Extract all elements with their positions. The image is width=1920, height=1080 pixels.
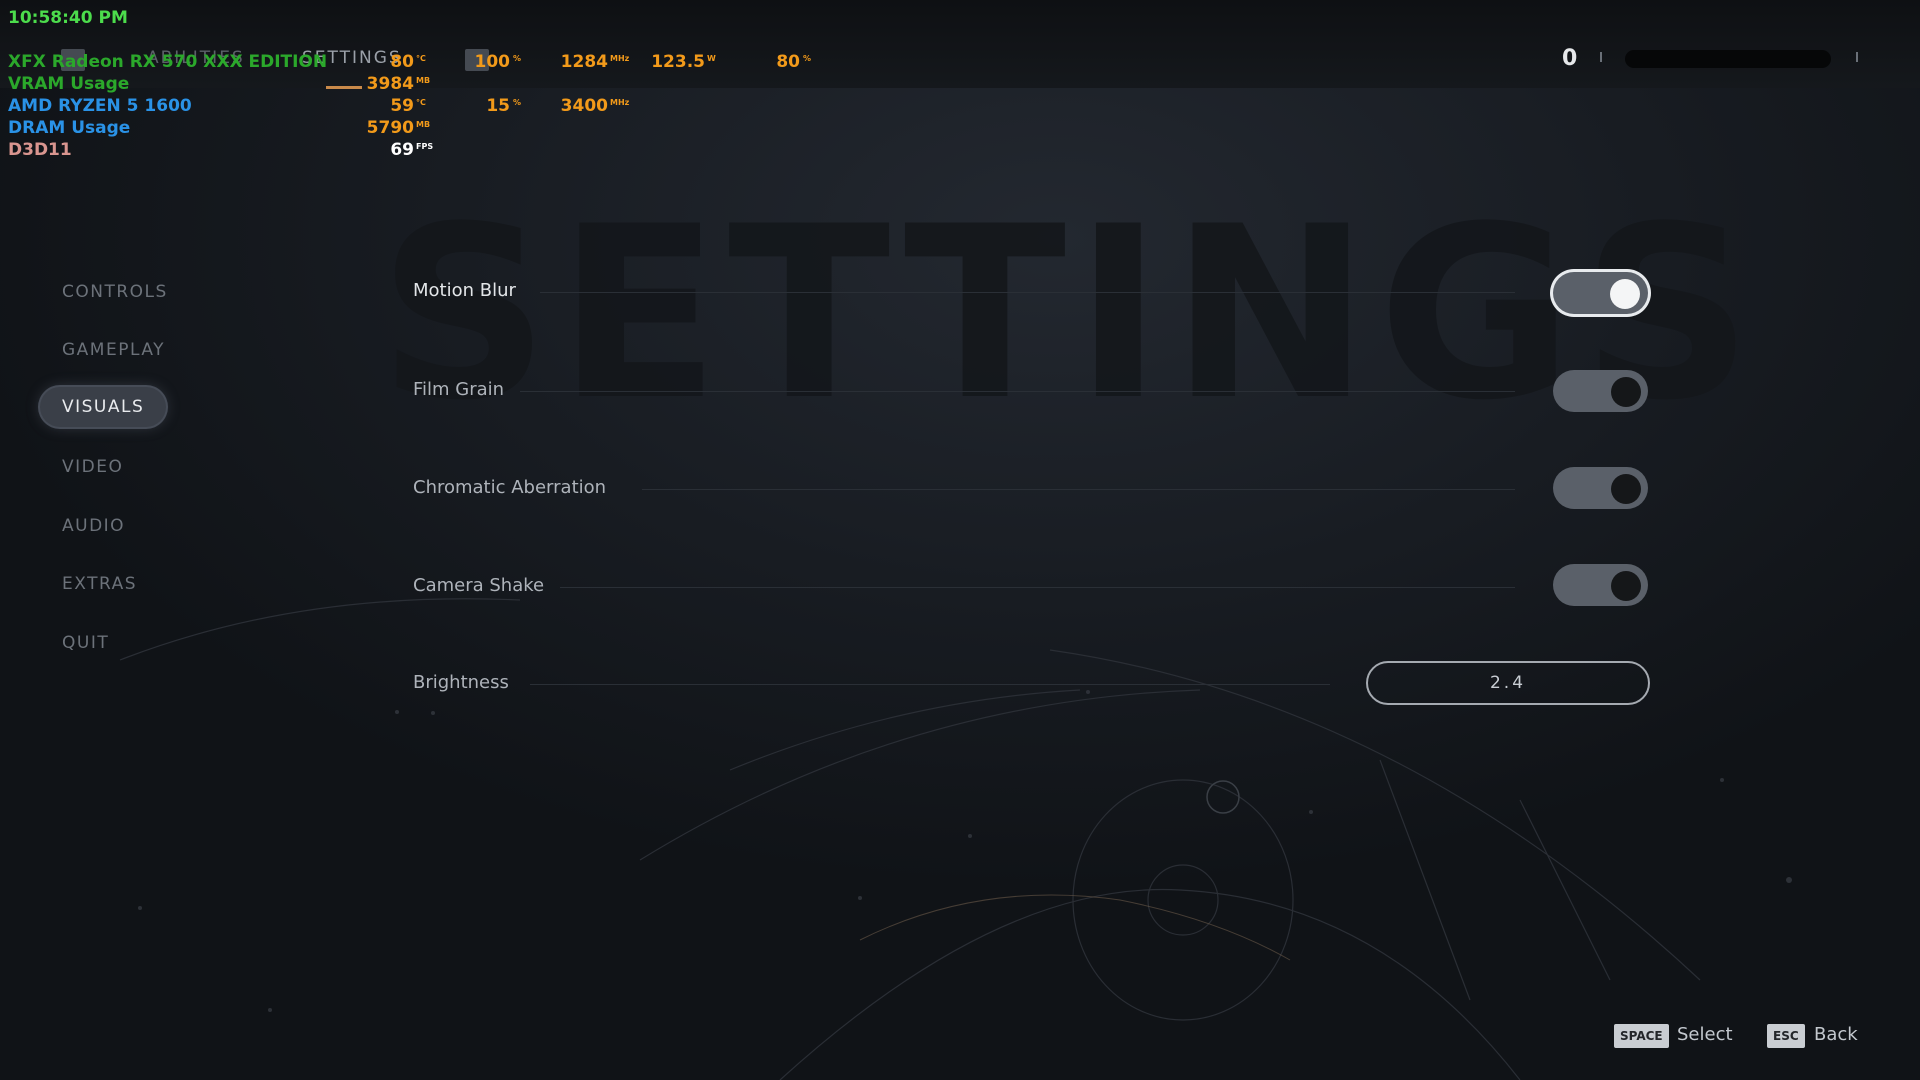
toggle-knob [1611,377,1641,407]
xp-bar-left-tick [1600,52,1602,62]
background-etching [119,598,1792,1080]
row-divider [530,684,1330,685]
overlay-cpu-temp: 59 [390,96,414,116]
overlay-vram-value: 3984 [366,74,414,94]
top-bar: ABILITIES SETTINGS 0 [0,0,1920,88]
motion-blur-toggle[interactable] [1553,272,1648,314]
overlay-gpu-power: 123.5 [651,52,705,72]
chromatic-aberration-toggle[interactable] [1553,467,1648,509]
camera-shake-toggle[interactable] [1553,564,1648,606]
overlay-gpu-temp-unit: °C [416,54,426,63]
overlay-gpu-clock: 1284 [560,52,608,72]
brightness-value-selector[interactable]: 2.4 [1366,661,1650,705]
overlay-gpu-power-unit: W [707,54,716,63]
overlay-cpu-clock: 3400 [560,96,608,116]
overlay-api-label: D3D11 [8,140,72,160]
overlay-dram-label: DRAM Usage [8,118,131,138]
menu-item-controls[interactable]: CONTROLS [62,282,168,302]
film-grain-toggle[interactable] [1553,370,1648,412]
overlay-vram-label: VRAM Usage [8,74,130,94]
setting-label-motion-blur: Motion Blur [413,280,516,301]
currency-counter: 0 [1562,46,1578,71]
overlay-cpu-usage-unit: % [513,98,522,107]
toggle-knob [1610,279,1640,309]
overlay-clock: 10:58:40 PM [8,8,128,28]
xp-progress-bar [1625,50,1831,68]
overlay-cpu-temp-unit: °C [416,98,426,107]
overlay-gpu-usage-unit: % [513,54,522,63]
row-divider [520,391,1515,392]
row-divider [642,489,1515,490]
overlay-fps-unit: FPS [416,142,434,151]
brightness-value: 2.4 [1489,673,1527,693]
row-divider [560,587,1515,588]
overlay-dram-unit: MB [416,120,431,129]
overlay-gpu-temp: 80 [390,52,414,72]
game-screen: SETTINGS ABILITIES SETTINGS 0 10:58:40 P… [0,0,1920,1080]
menu-item-gameplay[interactable]: GAMEPLAY [62,340,165,360]
esc-key-icon: ESC [1767,1024,1805,1048]
overlay-cpu-usage: 15 [486,96,510,116]
overlay-cpu-label: AMD RYZEN 5 1600 [8,96,192,116]
xp-bar-right-tick [1856,52,1858,62]
select-prompt[interactable]: Select [1677,1024,1733,1045]
overlay-gpu-clock-unit: MHz [610,54,630,63]
menu-item-extras[interactable]: EXTRAS [62,574,137,594]
space-key-icon: SPACE [1614,1024,1669,1048]
toggle-knob [1611,571,1641,601]
setting-label-film-grain: Film Grain [413,379,505,400]
setting-label-brightness: Brightness [413,672,509,693]
overlay-dram-value: 5790 [366,118,414,138]
overlay-gpu-label: XFX Radeon RX 570 XXX EDITION [8,52,328,72]
toggle-knob [1611,474,1641,504]
menu-item-quit[interactable]: QUIT [62,633,109,653]
menu-item-video[interactable]: VIDEO [62,457,123,477]
overlay-vram-unit: MB [416,76,431,85]
overlay-gpu-fan-unit: % [803,54,812,63]
menu-item-visuals[interactable]: VISUALS [40,387,167,427]
overlay-cpu-clock-unit: MHz [610,98,630,107]
overlay-gpu-fan: 80 [776,52,800,72]
back-prompt[interactable]: Back [1814,1024,1858,1045]
setting-label-chromatic-aberration: Chromatic Aberration [413,477,607,498]
setting-label-camera-shake: Camera Shake [413,575,545,596]
settings-watermark: SETTINGS [378,176,1761,453]
menu-item-audio[interactable]: AUDIO [62,516,125,536]
overlay-gpu-usage: 100 [474,52,511,72]
overlay-fps-value: 69 [390,140,414,160]
row-divider [540,292,1515,293]
